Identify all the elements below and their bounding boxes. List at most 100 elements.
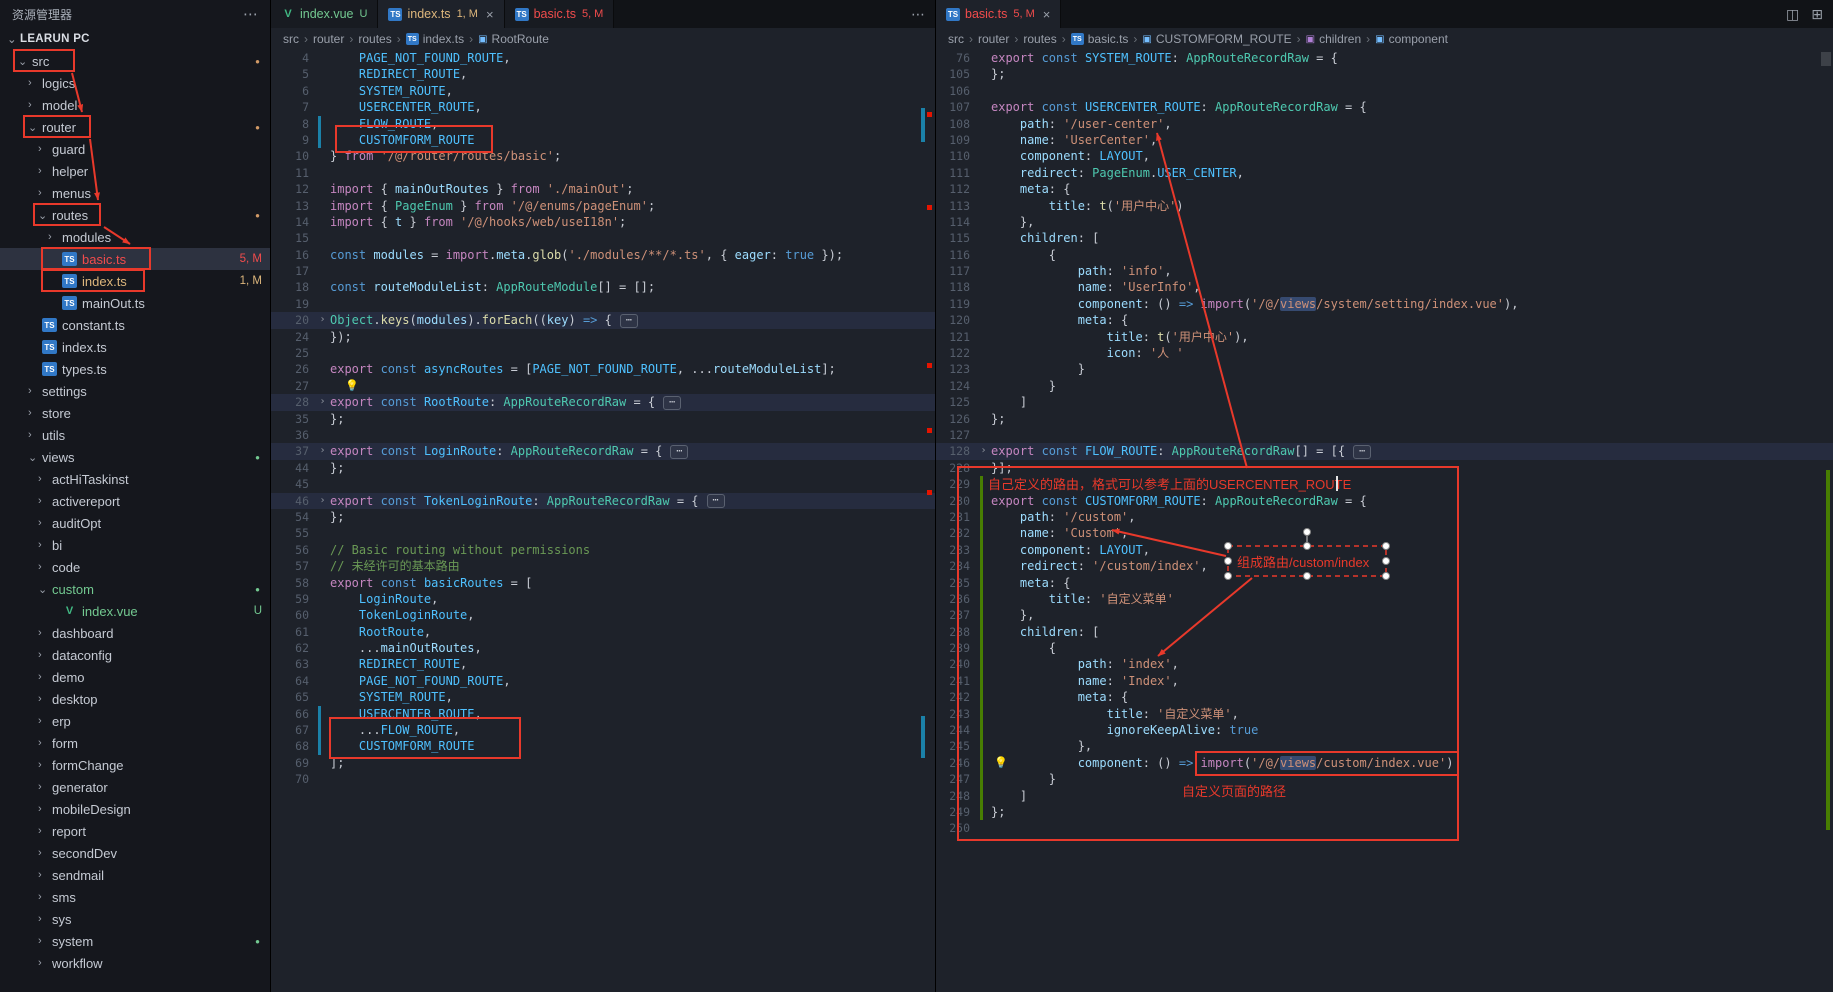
tree-item-views[interactable]: ⌄views● [0, 446, 270, 468]
code-line-66[interactable]: 66 USERCENTER_ROUTE, [271, 706, 935, 722]
code-line-68[interactable]: 68 CUSTOMFORM_ROUTE [271, 738, 935, 754]
folded-code-icon[interactable]: ⋯ [707, 494, 725, 508]
code-line-233[interactable]: 233 component: LAYOUT, [936, 542, 1833, 558]
close-icon[interactable]: × [1043, 7, 1051, 22]
code-line-242[interactable]: 242 meta: { [936, 689, 1833, 705]
code-line-36[interactable]: 36 [271, 427, 935, 443]
tree-item-basic.ts[interactable]: TSbasic.ts5, M [0, 248, 270, 270]
code-line-19[interactable]: 19 [271, 296, 935, 312]
chevron-right-icon[interactable]: › [38, 715, 52, 727]
chevron-down-icon[interactable]: ⌄ [38, 209, 52, 222]
code-line-248[interactable]: 248 ] [936, 788, 1833, 804]
overview-ruler[interactable] [1819, 50, 1833, 992]
code-line-238[interactable]: 238 children: [ [936, 624, 1833, 640]
code-line-59[interactable]: 59 LoginRoute, [271, 591, 935, 607]
code-line-45[interactable]: 45 [271, 476, 935, 492]
code-line-70[interactable]: 70 [271, 771, 935, 787]
code-line-26[interactable]: 26export const asyncRoutes = [PAGE_NOT_F… [271, 361, 935, 377]
chevron-right-icon[interactable]: › [38, 869, 52, 881]
tree-item-modules[interactable]: ›modules [0, 226, 270, 248]
breadcrumb-item-routes[interactable]: routes [1023, 32, 1056, 46]
tree-item-utils[interactable]: ›utils [0, 424, 270, 446]
code-line-243[interactable]: 243 title: '自定义菜单', [936, 706, 1833, 722]
code-line-25[interactable]: 25 [271, 345, 935, 361]
code-editor[interactable]: 76export const SYSTEM_ROUTE: AppRouteRec… [936, 50, 1833, 992]
tree-item-index.ts[interactable]: TSindex.ts1, M [0, 270, 270, 292]
tree-item-sms[interactable]: ›sms [0, 886, 270, 908]
code-line-17[interactable]: 17 [271, 263, 935, 279]
tree-item-mainOut.ts[interactable]: TSmainOut.ts [0, 292, 270, 314]
breadcrumb-item-src[interactable]: src [948, 32, 964, 46]
folded-code-icon[interactable]: ⋯ [670, 445, 688, 459]
tree-item-erp[interactable]: ›erp [0, 710, 270, 732]
code-editor[interactable]: 4 PAGE_NOT_FOUND_ROUTE,5 REDIRECT_ROUTE,… [271, 50, 935, 992]
code-line-55[interactable]: 55 [271, 525, 935, 541]
chevron-right-icon[interactable]: › [38, 825, 52, 837]
code-line-13[interactable]: 13import { PageEnum } from '/@/enums/pag… [271, 198, 935, 214]
tree-item-routes[interactable]: ⌄routes● [0, 204, 270, 226]
chevron-right-icon[interactable]: › [38, 165, 52, 177]
code-line-37[interactable]: 37›export const LoginRoute: AppRouteReco… [271, 443, 935, 459]
code-line-64[interactable]: 64 PAGE_NOT_FOUND_ROUTE, [271, 673, 935, 689]
tree-item-dashboard[interactable]: ›dashboard [0, 622, 270, 644]
lightbulb-icon[interactable]: 💡 [345, 378, 359, 394]
tree-item-store[interactable]: ›store [0, 402, 270, 424]
code-line-123[interactable]: 123 } [936, 361, 1833, 377]
code-line-28[interactable]: 28›export const RootRoute: AppRouteRecor… [271, 394, 935, 410]
chevron-right-icon[interactable]: › [38, 957, 52, 969]
code-line-120[interactable]: 120 meta: { [936, 312, 1833, 328]
breadcrumb-item-component[interactable]: ▣component [1375, 32, 1448, 46]
breadcrumb-item-basic.ts[interactable]: TSbasic.ts [1071, 32, 1129, 46]
code-line-250[interactable]: 250 [936, 820, 1833, 836]
tree-item-formChange[interactable]: ›formChange [0, 754, 270, 776]
chevron-down-icon[interactable]: ⌄ [28, 121, 42, 134]
lightbulb-icon[interactable]: 💡 [994, 755, 1008, 771]
code-line-18[interactable]: 18const routeModuleList: AppRouteModule[… [271, 279, 935, 295]
breadcrumb-item-RootRoute[interactable]: ▣RootRoute [478, 32, 549, 46]
chevron-right-icon[interactable]: › [38, 627, 52, 639]
chevron-down-icon[interactable]: ⌄ [18, 55, 32, 68]
chevron-right-icon[interactable]: › [38, 517, 52, 529]
breadcrumb-item-router[interactable]: router [313, 32, 344, 46]
tree-item-system[interactable]: ›system● [0, 930, 270, 952]
tree-item-actHiTaskinst[interactable]: ›actHiTaskinst [0, 468, 270, 490]
code-line-126[interactable]: 126}; [936, 411, 1833, 427]
code-line-61[interactable]: 61 RootRoute, [271, 624, 935, 640]
code-line-231[interactable]: 231 path: '/custom', [936, 509, 1833, 525]
breadcrumb-item-routes[interactable]: routes [358, 32, 391, 46]
code-line-35[interactable]: 35}; [271, 411, 935, 427]
code-line-46[interactable]: 46›export const TokenLoginRoute: AppRout… [271, 493, 935, 509]
code-line-108[interactable]: 108 path: '/user-center', [936, 116, 1833, 132]
code-line-76[interactable]: 76export const SYSTEM_ROUTE: AppRouteRec… [936, 50, 1833, 66]
tree-item-code[interactable]: ›code [0, 556, 270, 578]
code-line-122[interactable]: 122 icon: '人 ' [936, 345, 1833, 361]
code-line-244[interactable]: 244 ignoreKeepAlive: true [936, 722, 1833, 738]
code-line-107[interactable]: 107export const USERCENTER_ROUTE: AppRou… [936, 99, 1833, 115]
chevron-right-icon[interactable]: › [38, 935, 52, 947]
code-line-112[interactable]: 112 meta: { [936, 181, 1833, 197]
tree-item-generator[interactable]: ›generator [0, 776, 270, 798]
tree-item-logics[interactable]: ›logics [0, 72, 270, 94]
chevron-right-icon[interactable]: › [38, 495, 52, 507]
code-line-241[interactable]: 241 name: 'Index', [936, 673, 1833, 689]
code-line-16[interactable]: 16const modules = import.meta.glob('./mo… [271, 247, 935, 263]
tab-basic.ts[interactable]: TSbasic.ts5, M× [936, 0, 1061, 28]
code-line-11[interactable]: 11 [271, 165, 935, 181]
code-line-118[interactable]: 118 name: 'UserInfo', [936, 279, 1833, 295]
tree-item-custom[interactable]: ⌄custom● [0, 578, 270, 600]
code-line-237[interactable]: 237 }, [936, 607, 1833, 623]
tree-item-types.ts[interactable]: TStypes.ts [0, 358, 270, 380]
code-line-65[interactable]: 65 SYSTEM_ROUTE, [271, 689, 935, 705]
code-line-249[interactable]: 249}; [936, 804, 1833, 820]
chevron-right-icon[interactable]: › [28, 429, 42, 441]
explorer-more-icon[interactable]: ⋯ [243, 5, 258, 23]
code-line-128[interactable]: 128›export const FLOW_ROUTE: AppRouteRec… [936, 443, 1833, 459]
code-line-114[interactable]: 114 }, [936, 214, 1833, 230]
code-line-24[interactable]: 24}); [271, 329, 935, 345]
tree-item-bi[interactable]: ›bi [0, 534, 270, 556]
code-line-44[interactable]: 44}; [271, 460, 935, 476]
code-line-110[interactable]: 110 component: LAYOUT, [936, 148, 1833, 164]
chevron-right-icon[interactable]: › [38, 737, 52, 749]
code-line-7[interactable]: 7 USERCENTER_ROUTE, [271, 99, 935, 115]
code-line-117[interactable]: 117 path: 'info', [936, 263, 1833, 279]
